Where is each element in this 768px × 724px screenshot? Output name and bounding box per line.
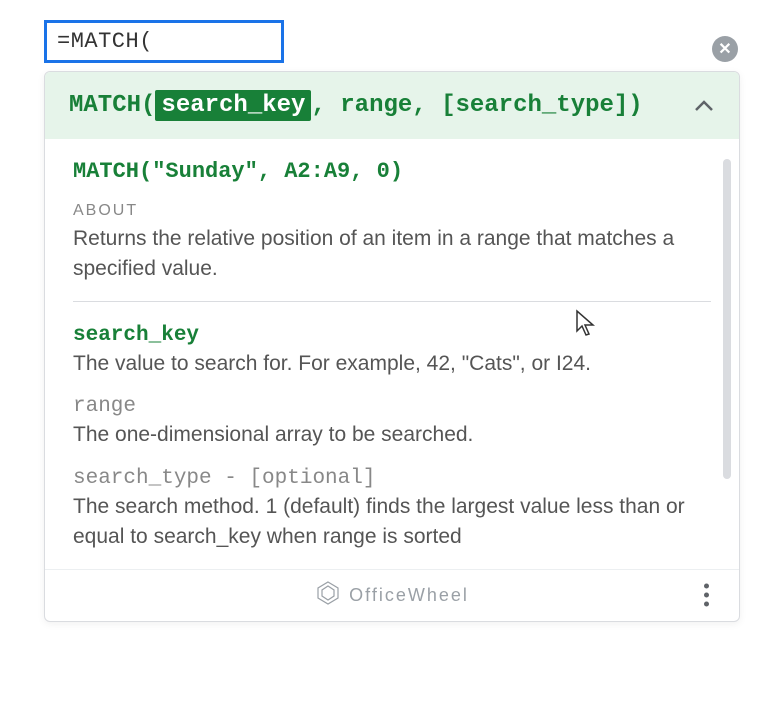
more-options-button[interactable]	[698, 578, 715, 613]
kebab-dot	[704, 593, 709, 598]
panel-footer: OfficeWheel	[45, 569, 739, 621]
about-label: ABOUT	[73, 202, 711, 220]
param-name-range: range	[73, 395, 711, 418]
close-icon: ✕	[718, 39, 731, 59]
signature-active-arg: search_key	[155, 90, 311, 121]
param-name-search-type: search_type - [optional]	[73, 467, 711, 490]
kebab-dot	[704, 584, 709, 589]
brand-text: OfficeWheel	[349, 585, 469, 606]
divider	[73, 301, 711, 302]
param-block: range The one-dimensional array to be se…	[73, 395, 711, 450]
signature-rest: , range, [search_type])	[311, 92, 642, 119]
param-desc-range: The one-dimensional array to be searched…	[73, 420, 711, 450]
signature-fn: MATCH(	[69, 92, 155, 119]
param-desc-search-key: The value to search for. For example, 42…	[73, 349, 711, 379]
param-name-search-key: search_key	[73, 324, 711, 347]
close-button[interactable]: ✕	[712, 36, 738, 62]
function-signature: MATCH(search_key, range, [search_type])	[69, 92, 643, 119]
collapse-button[interactable]	[693, 95, 715, 117]
formula-input[interactable]: =MATCH(	[44, 20, 284, 63]
param-block: search_key The value to search for. For …	[73, 324, 711, 379]
signature-header: MATCH(search_key, range, [search_type])	[45, 72, 739, 139]
param-block: search_type - [optional] The search meth…	[73, 467, 711, 553]
example-code: MATCH("Sunday", A2:A9, 0)	[73, 159, 711, 184]
param-desc-search-type: The search method. 1 (default) finds the…	[73, 492, 711, 553]
help-body: MATCH("Sunday", A2:A9, 0) ABOUT Returns …	[45, 139, 739, 569]
scrollbar[interactable]	[723, 159, 731, 479]
kebab-dot	[704, 602, 709, 607]
brand: OfficeWheel	[315, 580, 469, 611]
chevron-up-icon	[694, 100, 714, 112]
brand-logo-icon	[315, 580, 341, 611]
about-text: Returns the relative position of an item…	[73, 224, 711, 285]
formula-help-panel: MATCH(search_key, range, [search_type]) …	[44, 71, 740, 622]
